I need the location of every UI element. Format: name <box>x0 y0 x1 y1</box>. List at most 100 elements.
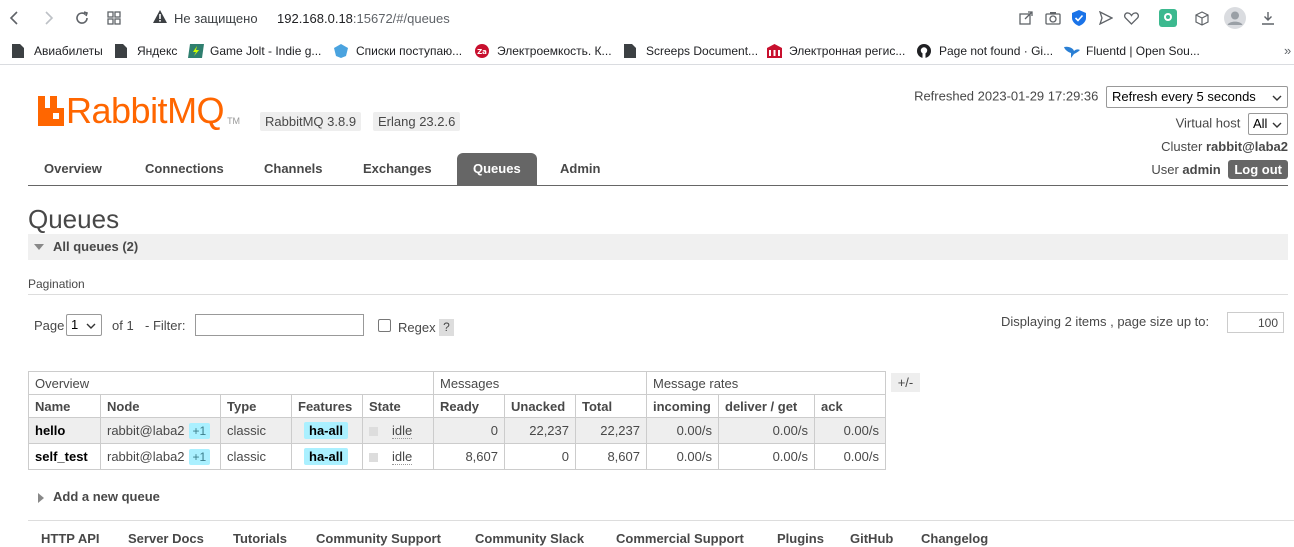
refresh-interval-select[interactable]: Refresh every 5 seconds <box>1106 86 1288 108</box>
reload-icon[interactable] <box>72 8 92 28</box>
footer-link-server-docs[interactable]: Server Docs <box>128 531 204 546</box>
gamejolt-icon <box>188 44 204 58</box>
bookmark-label: Screeps Document... <box>646 44 759 58</box>
bookmark-gamejolt[interactable]: Game Jolt - Indie g... <box>188 43 321 59</box>
policy-badge[interactable]: ha-all <box>304 422 348 439</box>
col-incoming[interactable]: incoming <box>646 394 719 418</box>
col-name[interactable]: Name <box>28 394 101 418</box>
add-queue-section-header[interactable]: Add a new queue <box>38 489 160 504</box>
forward-icon[interactable] <box>38 8 58 28</box>
insecure-label[interactable]: Не защищено <box>174 11 258 26</box>
add-queue-label: Add a new queue <box>53 489 160 504</box>
rabbitmq-logo[interactable]: RabbitMQ TM <box>38 93 240 129</box>
queue-name-cell[interactable]: hello <box>28 417 101 444</box>
bookmark-label: Яндекс <box>137 44 178 58</box>
col-ready[interactable]: Ready <box>433 394 505 418</box>
camera-icon[interactable] <box>1044 9 1062 27</box>
bookmark-aviabilety[interactable]: Авиабилеты <box>12 43 103 59</box>
col-type[interactable]: Type <box>220 394 292 418</box>
table-column-header: Name Node Type Features State Ready Unac… <box>28 394 886 418</box>
bookmark-label: Авиабилеты <box>34 44 103 58</box>
tab-channels[interactable]: Channels <box>248 153 339 185</box>
footer-link-http-api[interactable]: HTTP API <box>41 531 100 546</box>
pagination-heading: Pagination <box>28 277 85 291</box>
col-total[interactable]: Total <box>575 394 647 418</box>
col-node[interactable]: Node <box>100 394 221 418</box>
bookmark-screeps[interactable]: Screeps Document... <box>624 43 758 59</box>
footer-divider <box>28 520 1294 521</box>
address-bar[interactable]: 192.168.0.18:15672/#/queues <box>277 11 450 26</box>
bookmarks-overflow-button[interactable]: » <box>1284 43 1291 58</box>
building-icon <box>767 44 782 58</box>
state-cell: idle <box>362 443 434 470</box>
vhost-select[interactable]: All <box>1248 113 1288 135</box>
chevron-down-icon <box>86 319 96 334</box>
tab-overview[interactable]: Overview <box>28 153 118 185</box>
total-cell: 22,237 <box>575 417 647 444</box>
bookmark-elektronnaya[interactable]: Электронная регис... <box>767 43 905 59</box>
type-cell: classic <box>220 417 292 444</box>
bookmark-label: Game Jolt - Indie g... <box>210 44 322 58</box>
tab-queues[interactable]: Queues <box>457 153 537 185</box>
bookmark-label: Fluentd | Open Sou... <box>1086 44 1200 58</box>
node-value: rabbit@laba2 <box>107 448 185 464</box>
page-of-label: of 1 <box>112 318 134 333</box>
footer-link-commercial-support[interactable]: Commercial Support <box>616 531 744 546</box>
footer-link-github[interactable]: GitHub <box>850 531 893 546</box>
profile-avatar-icon[interactable] <box>1224 7 1246 29</box>
download-icon[interactable] <box>1259 9 1277 27</box>
page-title: Queues <box>28 204 120 234</box>
apps-grid-icon[interactable] <box>104 8 124 28</box>
warning-icon[interactable] <box>153 10 167 26</box>
bookmark-fluentd[interactable]: Fluentd | Open Sou... <box>1064 43 1200 59</box>
cluster-value: rabbit@laba2 <box>1205 139 1288 154</box>
queue-name-link[interactable]: self_test <box>35 449 88 464</box>
footer-link-community-support[interactable]: Community Support <box>316 531 441 546</box>
bookmark-yandex[interactable]: Яндекс <box>115 43 177 59</box>
back-icon[interactable] <box>5 8 25 28</box>
queue-name-cell[interactable]: self_test <box>28 443 101 470</box>
queue-name-link[interactable]: hello <box>35 423 65 438</box>
col-unacked[interactable]: Unacked <box>504 394 576 418</box>
cube-icon[interactable] <box>1193 9 1211 27</box>
bookmark-github-404[interactable]: Page not found · Gi... <box>917 43 1053 59</box>
all-queues-section-header[interactable]: All queues (2) <box>28 234 1288 260</box>
shield-check-icon[interactable] <box>1070 9 1088 27</box>
browser-toolbar: Не защищено 192.168.0.18:15672/#/queues <box>0 0 1294 37</box>
extension-green-icon[interactable] <box>1159 9 1177 27</box>
table-row[interactable]: hello rabbit@laba2 +1 classic ha-all idle… <box>28 417 886 444</box>
col-state[interactable]: State <box>362 394 434 418</box>
share-icon[interactable] <box>1017 9 1035 27</box>
filter-input[interactable] <box>195 314 364 336</box>
policy-badge[interactable]: ha-all <box>304 448 348 465</box>
send-icon[interactable] <box>1097 9 1115 27</box>
footer-link-changelog[interactable]: Changelog <box>921 531 988 546</box>
bookmark-spiski[interactable]: Списки поступаю... <box>334 43 462 59</box>
footer-link-plugins[interactable]: Plugins <box>777 531 824 546</box>
tab-admin[interactable]: Admin <box>544 153 616 185</box>
page-select[interactable]: 1 <box>66 314 102 336</box>
footer-link-community-slack[interactable]: Community Slack <box>475 531 584 546</box>
ack-cell: 0.00/s <box>814 443 886 470</box>
table-row[interactable]: self_test rabbit@laba2 +1 classic ha-all … <box>28 443 886 470</box>
col-features[interactable]: Features <box>291 394 363 418</box>
bookmark-elektroemkost[interactable]: Za Электроемкость. К... <box>475 43 612 59</box>
tab-exchanges[interactable]: Exchanges <box>347 153 448 185</box>
queues-table: Overview Messages Message rates Name Nod… <box>28 371 886 470</box>
total-cell: 8,607 <box>575 443 647 470</box>
col-deliver-get[interactable]: deliver / get <box>718 394 815 418</box>
tab-connections[interactable]: Connections <box>129 153 240 185</box>
mirror-count-badge: +1 <box>188 422 211 439</box>
ack-cell: 0.00/s <box>814 417 886 444</box>
column-toggle-button[interactable]: +/- <box>891 373 920 392</box>
footer-link-tutorials[interactable]: Tutorials <box>233 531 287 546</box>
col-ack[interactable]: ack <box>814 394 886 418</box>
features-cell: ha-all <box>291 417 363 444</box>
page-size-input[interactable]: 100 <box>1227 312 1284 333</box>
regex-help-button[interactable]: ? <box>439 319 454 336</box>
regex-checkbox[interactable] <box>378 319 391 332</box>
refreshed-label: Refreshed 2023-01-29 17:29:36 <box>914 88 1099 104</box>
svg-text:Za: Za <box>477 48 487 56</box>
regex-label: Regex <box>398 320 436 335</box>
heart-icon[interactable] <box>1122 9 1140 27</box>
